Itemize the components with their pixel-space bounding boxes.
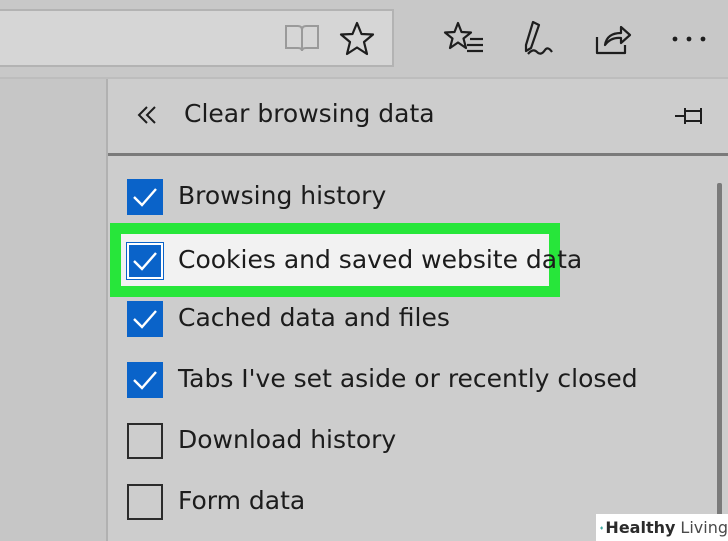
scrollbar[interactable]: [717, 183, 722, 535]
option-label: Cached data and files: [178, 303, 450, 332]
option-label: Tabs I've set aside or recently closed: [178, 364, 638, 393]
browser-toolbar: [0, 0, 728, 78]
option-label: Form data: [178, 486, 306, 515]
page-content-area: [0, 79, 106, 541]
panel-header: Clear browsing data: [108, 79, 728, 153]
option-browsing-history[interactable]: Browsing history: [108, 171, 708, 221]
reading-view-icon[interactable]: [282, 20, 322, 56]
checkbox[interactable]: [127, 243, 163, 279]
watermark-brand: Healthy: [605, 518, 676, 537]
checkbox[interactable]: [127, 301, 163, 337]
back-chevron-icon[interactable]: [132, 99, 162, 131]
option-download-history[interactable]: Download history: [108, 415, 708, 465]
option-cached-data[interactable]: Cached data and files: [108, 293, 708, 343]
option-tabs-set-aside[interactable]: Tabs I've set aside or recently closed: [108, 354, 708, 404]
option-label: Browsing history: [178, 181, 387, 210]
panel-title: Clear browsing data: [184, 99, 435, 128]
checkbox[interactable]: [127, 484, 163, 520]
hub-icon[interactable]: [442, 19, 486, 59]
option-label: Download history: [178, 425, 397, 454]
clear-browsing-data-panel: Clear browsing data Browsing history Coo…: [106, 79, 728, 541]
watermark-suffix: Living: [680, 518, 728, 537]
share-icon[interactable]: [592, 19, 634, 59]
option-label: Cookies and saved website data: [178, 245, 583, 274]
pin-icon[interactable]: [670, 101, 710, 131]
favorite-star-icon[interactable]: [337, 19, 377, 59]
checkbox[interactable]: [127, 423, 163, 459]
checkbox[interactable]: [127, 362, 163, 398]
checkbox[interactable]: [127, 179, 163, 215]
header-divider: [108, 153, 728, 156]
more-icon[interactable]: [668, 22, 710, 56]
watermark-logo: Healthy Living: [596, 514, 728, 541]
address-bar[interactable]: [0, 9, 394, 67]
cross-logo-icon: [600, 525, 604, 530]
web-note-icon[interactable]: [518, 17, 558, 61]
option-cookies[interactable]: Cookies and saved website data: [108, 235, 708, 285]
